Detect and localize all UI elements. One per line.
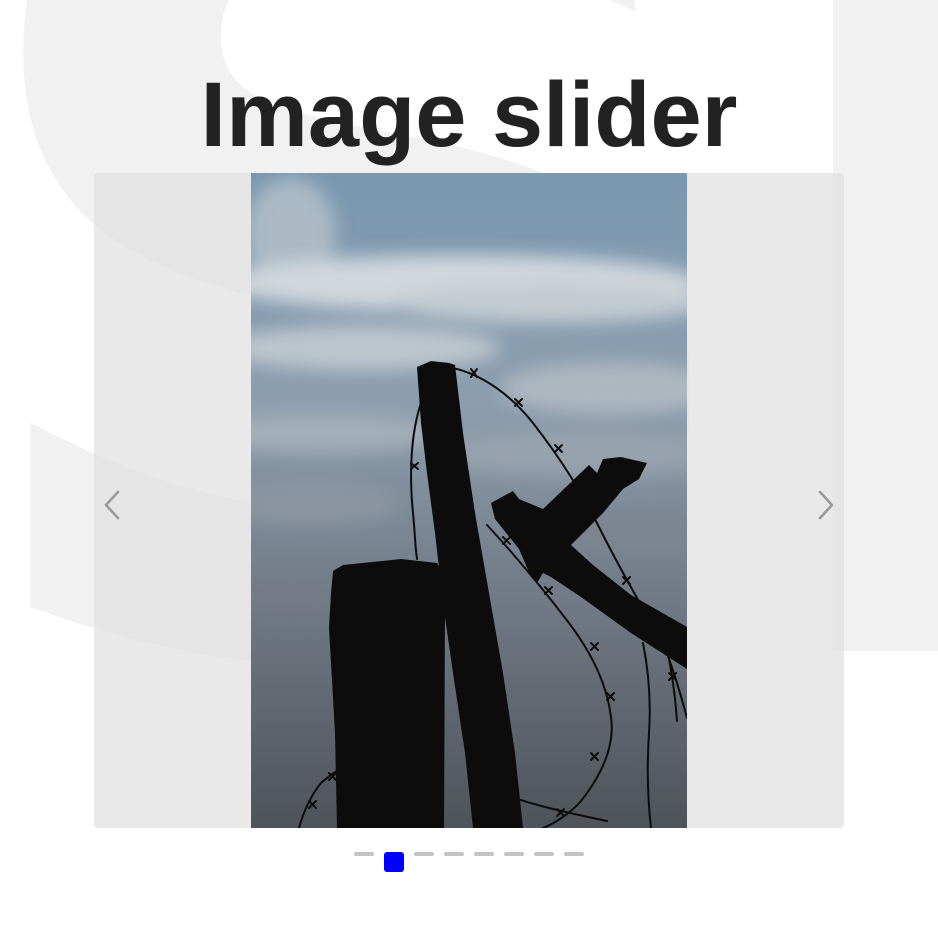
previous-slide-button[interactable] [94, 483, 130, 527]
pagination-dot[interactable] [534, 852, 554, 856]
page: Sli Image slider [0, 0, 938, 935]
pagination-dot-active[interactable] [384, 852, 404, 872]
slide-image [251, 173, 687, 828]
next-slide-button[interactable] [808, 483, 844, 527]
pagination-dot[interactable] [354, 852, 374, 856]
pagination-dot[interactable] [444, 852, 464, 856]
slide-pagination [0, 838, 938, 872]
pagination-dot[interactable] [414, 852, 434, 856]
chevron-right-icon [818, 490, 834, 520]
image-slider[interactable] [94, 173, 844, 828]
page-title: Image slider [200, 64, 738, 166]
chevron-left-icon [104, 490, 120, 520]
pagination-dot[interactable] [564, 852, 584, 856]
pagination-dot[interactable] [504, 852, 524, 856]
pagination-dot[interactable] [474, 852, 494, 856]
